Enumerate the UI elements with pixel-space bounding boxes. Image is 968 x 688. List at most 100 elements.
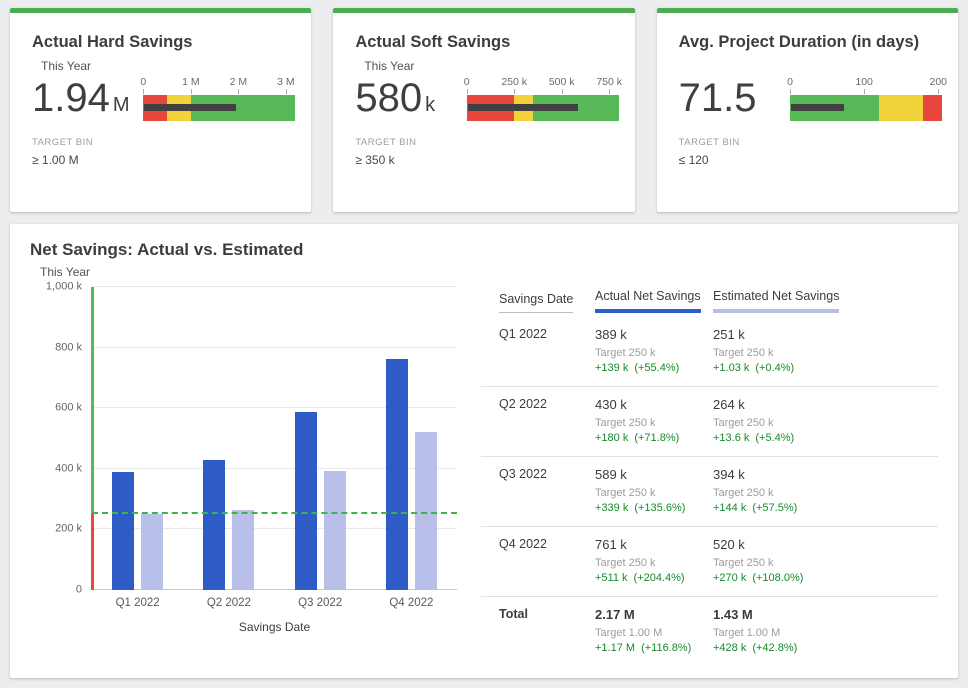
table-row-total[interactable]: Total2.17 MTarget 1.00 M+1.17 M(+116.8%)…	[481, 597, 938, 666]
target-bin-value: ≤ 120	[679, 153, 944, 167]
bullet-chart[interactable]: 0250 k500 k750 k	[467, 76, 619, 121]
table-header: Savings Date Actual Net Savings Estimate…	[481, 289, 938, 313]
x-axis-row: Q1 2022Q2 2022Q3 2022Q4 2022	[30, 597, 457, 609]
kpi-value-number: 1.94	[32, 76, 110, 120]
bullet-axis-tick	[938, 89, 939, 94]
cell-estimated: 1.43 MTarget 1.00 M+428 k(+42.8%)	[713, 607, 938, 654]
cell-estimated: 251 kTarget 250 k+1.03 k(+0.4%)	[713, 327, 938, 374]
bullet-chart[interactable]: 01 M2 M3 M	[143, 76, 295, 121]
bullet-axis-tick	[467, 89, 468, 94]
table-row-q4-2022[interactable]: Q4 2022761 kTarget 250 k+511 k(+204.4%)5…	[481, 527, 938, 597]
bullet-axis-tick	[864, 89, 865, 94]
y-axis-tick-label: 600 k	[55, 403, 82, 414]
cell-actual: 430 kTarget 250 k+180 k(+71.8%)	[595, 397, 705, 444]
cell-actual: 2.17 MTarget 1.00 M+1.17 M(+116.8%)	[595, 607, 705, 654]
cell-delta-value: +270 k	[713, 572, 746, 584]
bullet-axis-label: 1 M	[182, 76, 200, 89]
column-header-savings-date[interactable]: Savings Date	[499, 292, 587, 313]
estimated-bar-q2-2022[interactable]	[232, 510, 254, 590]
cell-value: 264 k	[713, 397, 938, 412]
bullet-measure-bar	[144, 104, 236, 111]
cell-value: 1.43 M	[713, 607, 938, 622]
actual-bar-q2-2022[interactable]	[203, 460, 225, 590]
column-header-label: Savings Date	[499, 292, 573, 313]
column-header-estimated-net-savings[interactable]: Estimated Net Savings	[713, 289, 938, 313]
cell-delta-pct: (+42.8%)	[752, 642, 797, 654]
target-bin-value: ≥ 1.00 M	[32, 153, 297, 167]
net-savings-card: Net Savings: Actual vs. Estimated This Y…	[10, 224, 958, 678]
y-axis-tick-label: 400 k	[55, 463, 82, 474]
actual-bar-q1-2022[interactable]	[112, 472, 134, 590]
x-axis-label: Q1 2022	[116, 597, 160, 609]
chart-title: Net Savings: Actual vs. Estimated	[30, 240, 938, 260]
cell-delta: +428 k(+42.8%)	[713, 642, 938, 654]
kpi-card-body: Actual Hard Savings This Year 1.94M 01 M…	[10, 13, 311, 167]
cell-delta: +270 k (+108.0%)	[713, 572, 938, 584]
gridline	[92, 347, 457, 348]
table-row-q2-2022[interactable]: Q2 2022430 kTarget 250 k+180 k(+71.8%)26…	[481, 387, 938, 457]
kpi-content: 1.94M 01 M2 M3 M	[32, 75, 297, 121]
y-axis-tick-label: 1,000 k	[46, 282, 82, 293]
cell-target: Target 250 k	[595, 487, 705, 499]
kpi-value: 71.5	[679, 75, 760, 121]
x-axis-labels: Q1 2022Q2 2022Q3 2022Q4 2022	[92, 597, 457, 609]
actual-bar-q3-2022[interactable]	[295, 412, 317, 590]
bullet-axis-label: 500 k	[549, 76, 575, 89]
bullet-axis-tick	[286, 89, 287, 94]
cell-estimated: 520 kTarget 250 k+270 k(+108.0%)	[713, 537, 938, 584]
estimated-bar-q1-2022[interactable]	[141, 514, 163, 590]
cell-value: 389 k	[595, 327, 705, 342]
bullet-measure-bar	[468, 104, 578, 111]
table-row-q3-2022[interactable]: Q3 2022589 kTarget 250 k+339 k(+135.6%)3…	[481, 457, 938, 527]
bullet-axis-tick	[514, 89, 515, 94]
cell-value: 430 k	[595, 397, 705, 412]
bullet-measure-bar	[791, 104, 844, 111]
kpi-card-actual-soft-savings[interactable]: Actual Soft Savings This Year 580k 0250 …	[333, 8, 634, 212]
bar-group-q3-2022	[295, 287, 346, 590]
table-row-q1-2022[interactable]: Q1 2022389 kTarget 250 k+139 k(+55.4%)25…	[481, 317, 938, 387]
cell-delta: +139 k(+55.4%)	[595, 362, 705, 374]
cell-estimated: 394 kTarget 250 k+144 k(+57.5%)	[713, 467, 938, 514]
bullet-range-yellow	[879, 95, 923, 121]
bullet-band	[790, 95, 942, 121]
bullet-axis-tick	[609, 89, 610, 94]
estimated-bar-q3-2022[interactable]	[324, 471, 346, 590]
actual-bar-q4-2022[interactable]	[386, 359, 408, 590]
estimated-bar-q4-2022[interactable]	[415, 432, 437, 590]
cell-delta: +511 k(+204.4%)	[595, 572, 705, 584]
bullet-axis-tick	[143, 89, 144, 94]
cell-actual: 761 kTarget 250 k+511 k(+204.4%)	[595, 537, 705, 584]
kpi-card-avg-project-duration[interactable]: Avg. Project Duration (in days) 71.5 010…	[657, 8, 958, 212]
row-label: Total	[499, 607, 587, 654]
bullet-chart[interactable]: 0100200	[790, 76, 942, 121]
cell-delta-value: +13.6 k	[713, 432, 749, 444]
bullet-axis-label: 750 k	[596, 76, 622, 89]
bullet-axis-label: 2 M	[230, 76, 248, 89]
bar-group-q4-2022	[386, 287, 437, 590]
x-axis-title: Savings Date	[92, 620, 457, 634]
cell-actual: 389 k Target 250 k +139 k(+55.4%)	[595, 327, 705, 374]
cell-target: Target 250 k	[713, 347, 938, 359]
chart-inner: 0200 k400 k600 k800 k1,000 k	[30, 287, 457, 590]
kpi-value: 580k	[355, 75, 435, 121]
bullet-axis-tick	[191, 89, 192, 94]
cell-delta-pct: (+135.6%)	[634, 502, 685, 514]
kpi-card-actual-hard-savings[interactable]: Actual Hard Savings This Year 1.94M 01 M…	[10, 8, 311, 212]
cell-target: Target 250 k	[595, 347, 705, 359]
kpi-row: Actual Hard Savings This Year 1.94M 01 M…	[10, 8, 958, 212]
cell-delta: +13.6 k(+5.4%)	[713, 432, 938, 444]
column-header-label: Actual Net Savings	[595, 289, 701, 313]
y-axis-line-above-target	[91, 287, 94, 514]
kpi-subtitle: This Year	[364, 59, 620, 73]
cell-target: Target 250 k	[595, 557, 705, 569]
column-header-actual-net-savings[interactable]: Actual Net Savings	[595, 289, 705, 313]
kpi-card-body: Avg. Project Duration (in days) 71.5 010…	[657, 13, 958, 167]
kpi-value-unit: k	[425, 94, 435, 116]
plot-area	[92, 287, 457, 590]
kpi-title: Avg. Project Duration (in days)	[679, 33, 944, 52]
row-label: Q3 2022	[499, 467, 587, 514]
kpi-value-number: 580	[355, 76, 422, 120]
cell-delta-pct: (+108.0%)	[752, 572, 803, 584]
bar-group-q2-2022	[203, 287, 254, 590]
kpi-table-body: Q1 2022389 kTarget 250 k+139 k(+55.4%)25…	[481, 317, 938, 666]
